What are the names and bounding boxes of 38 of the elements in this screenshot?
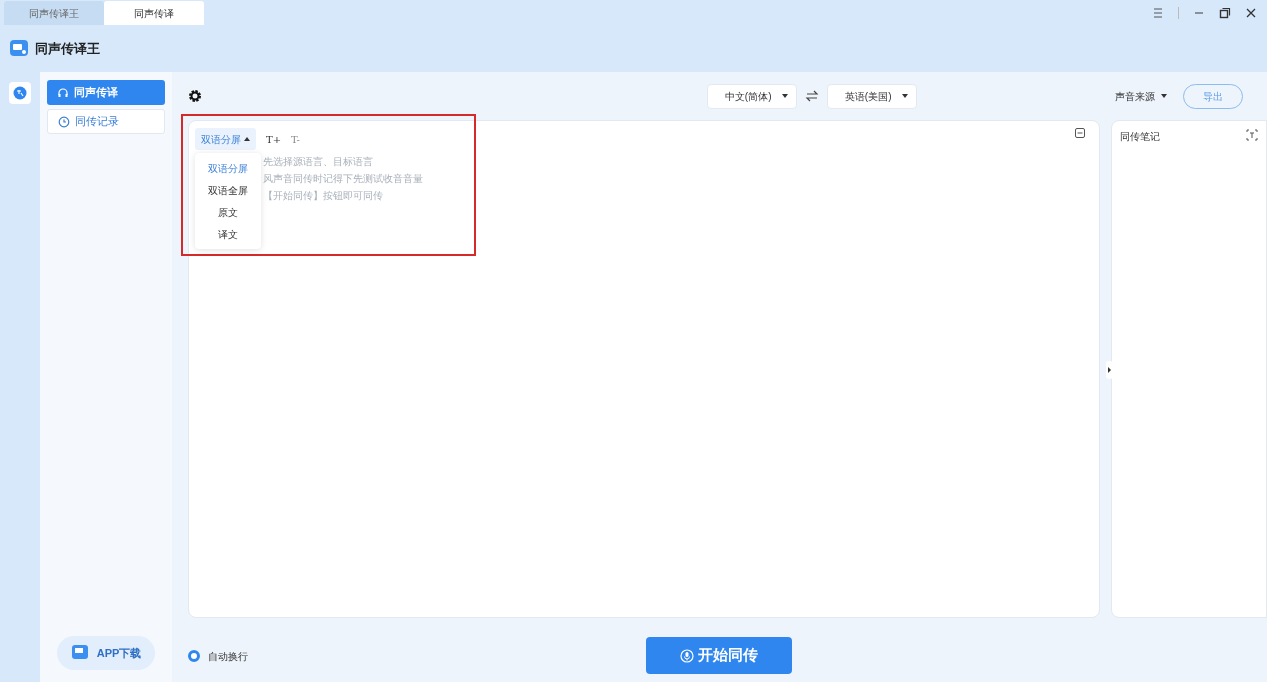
sidebar-item[interactable]: 同声传译: [47, 80, 165, 105]
auto-wrap-radio[interactable]: 自动换行: [188, 648, 248, 664]
caret-icon: [781, 94, 788, 98]
chat-bubble-icon: [70, 644, 89, 662]
chat-bubble-icon: [9, 39, 29, 59]
hint-text: 【开始同传】按钮即可同传: [263, 189, 384, 203]
view-mode-dropdown[interactable]: 双语分屏: [195, 128, 256, 150]
menu-item[interactable]: 译文: [195, 223, 261, 245]
microphone-icon: [680, 648, 694, 663]
window-tab[interactable]: 同声传译: [104, 1, 204, 25]
menu-item[interactable]: 原文: [195, 201, 261, 223]
font-decrease-button[interactable]: T-: [291, 131, 300, 147]
restore-icon[interactable]: [1219, 7, 1231, 19]
collapse-icon[interactable]: [1075, 128, 1085, 138]
notes-title: 同传笔记: [1120, 130, 1160, 144]
close-icon[interactable]: [1245, 7, 1257, 19]
translate-rail-button[interactable]: [9, 82, 31, 104]
hint-text: 风声音同传时记得下先测试收音音量: [263, 172, 423, 186]
caret-icon: [901, 94, 908, 98]
audio-source-dropdown[interactable]: 声音来源: [1115, 88, 1167, 104]
hint-text: 先选择源语言、目标语言: [263, 155, 374, 169]
start-button[interactable]: 开始同传: [646, 637, 792, 674]
text-scan-icon[interactable]: [1246, 129, 1258, 141]
clock-icon: [58, 115, 70, 128]
sidebar-item[interactable]: 同传记录: [47, 109, 165, 134]
window-tab[interactable]: 同声传译王: [4, 1, 104, 25]
app-title: 同声传译王: [35, 40, 100, 59]
settings-icon[interactable]: [188, 89, 202, 103]
menu-item[interactable]: 双语全屏: [195, 179, 261, 201]
language-dropdown[interactable]: 中文(简体): [706, 83, 797, 109]
swap-icon[interactable]: [804, 90, 819, 102]
app-download-button[interactable]: APP下载: [56, 636, 156, 670]
font-increase-button[interactable]: T+: [266, 131, 282, 147]
language-dropdown[interactable]: 英语(美国): [826, 83, 917, 109]
menu-item[interactable]: 双语分屏: [195, 157, 261, 179]
caret-icon: [1161, 94, 1167, 98]
headset-icon: [57, 86, 69, 99]
caret-icon: [244, 137, 250, 141]
